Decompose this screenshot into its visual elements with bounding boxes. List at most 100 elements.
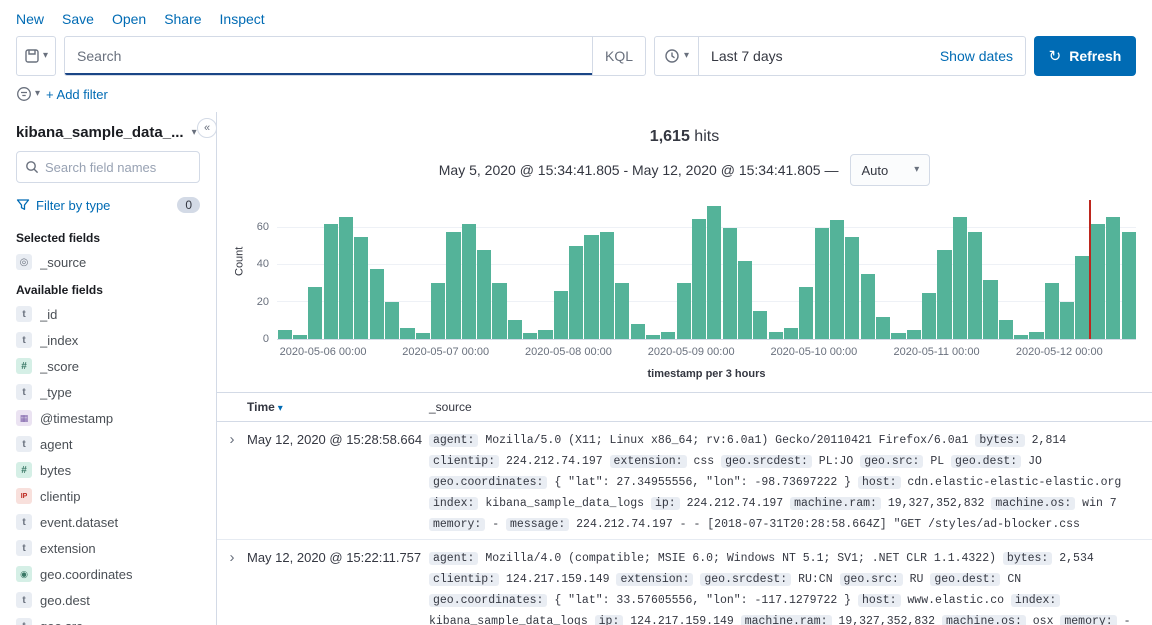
histogram-bar[interactable] xyxy=(922,293,936,339)
histogram-bar[interactable] xyxy=(646,335,660,339)
field-item-_type[interactable]: t_type xyxy=(16,379,200,405)
histogram-bar[interactable] xyxy=(1029,332,1043,339)
field-item-clientip[interactable]: IPclientip xyxy=(16,483,200,509)
nav-inspect[interactable]: Inspect xyxy=(220,11,265,27)
interval-select[interactable]: Auto ▾ xyxy=(850,154,930,186)
histogram-bar[interactable] xyxy=(584,235,598,339)
saved-query-menu-button[interactable]: ▾ xyxy=(16,36,56,76)
x-axis-label: 2020-05-09 00:00 xyxy=(648,346,735,358)
nav-new[interactable]: New xyxy=(16,11,44,27)
histogram-bar[interactable] xyxy=(723,228,737,339)
histogram-bar[interactable] xyxy=(492,283,506,339)
histogram-bar[interactable] xyxy=(446,232,460,339)
histogram-bar[interactable] xyxy=(692,219,706,339)
histogram-bar[interactable] xyxy=(677,283,691,339)
field-search-input[interactable] xyxy=(45,160,191,175)
histogram-bar[interactable] xyxy=(354,237,368,339)
doc-source-cell: agent: Mozilla/5.0 (X11; Linux x86_64; r… xyxy=(429,430,1152,540)
histogram-bar[interactable] xyxy=(815,228,829,339)
histogram-bar[interactable] xyxy=(953,217,967,339)
field-item-geo.src[interactable]: tgeo.src xyxy=(16,613,200,625)
field-item-extension[interactable]: textension xyxy=(16,535,200,561)
column-header-time[interactable]: Time▾ xyxy=(247,400,429,414)
collapse-sidebar-button[interactable]: « xyxy=(197,118,217,138)
histogram-bar[interactable] xyxy=(308,287,322,339)
field-item-geo.coordinates[interactable]: ◉geo.coordinates xyxy=(16,561,200,587)
histogram-bar[interactable] xyxy=(508,320,522,339)
histogram-bar[interactable] xyxy=(1075,256,1089,339)
histogram-bar[interactable] xyxy=(554,291,568,339)
histogram-bar[interactable] xyxy=(876,317,890,339)
histogram-bar[interactable] xyxy=(416,333,430,339)
interval-value: Auto xyxy=(861,163,888,178)
histogram-bar[interactable] xyxy=(1091,224,1105,339)
histogram-bar[interactable] xyxy=(1106,217,1120,339)
histogram-bar[interactable] xyxy=(799,287,813,339)
histogram-bar[interactable] xyxy=(1014,335,1028,339)
expand-row-button[interactable]: › xyxy=(217,430,247,448)
filter-options-button[interactable]: ▾ xyxy=(16,86,40,102)
histogram-bar[interactable] xyxy=(738,261,752,339)
histogram-bar[interactable] xyxy=(569,246,583,339)
time-picker-quick-menu-button[interactable]: ▾ xyxy=(655,37,699,75)
histogram-bar[interactable] xyxy=(891,333,905,339)
histogram-bar[interactable] xyxy=(339,217,353,339)
search-input[interactable] xyxy=(65,48,592,64)
histogram-bar[interactable] xyxy=(278,330,292,339)
histogram-bar[interactable] xyxy=(477,250,491,339)
histogram-bar[interactable] xyxy=(385,302,399,339)
histogram-bar[interactable] xyxy=(999,320,1013,339)
add-filter-link[interactable]: + Add filter xyxy=(46,87,108,102)
histogram-bar[interactable] xyxy=(753,311,767,339)
histogram-bar[interactable] xyxy=(615,283,629,339)
field-item-_source[interactable]: ◎_source xyxy=(16,249,200,275)
histogram-bar[interactable] xyxy=(523,333,537,339)
histogram-bar[interactable] xyxy=(462,224,476,339)
histogram-bar[interactable] xyxy=(431,283,445,339)
histogram-bar[interactable] xyxy=(707,206,721,339)
histogram-bar[interactable] xyxy=(370,269,384,339)
histogram-bar[interactable] xyxy=(845,237,859,339)
nav-open[interactable]: Open xyxy=(112,11,146,27)
histogram-bar[interactable] xyxy=(1060,302,1074,339)
field-item-agent[interactable]: tagent xyxy=(16,431,200,457)
expand-row-button[interactable]: › xyxy=(217,548,247,566)
field-name-badge: machine.ram: xyxy=(741,615,832,625)
field-item-_id[interactable]: t_id xyxy=(16,301,200,327)
histogram-bar[interactable] xyxy=(937,250,951,339)
histogram-bar[interactable] xyxy=(784,328,798,339)
histogram-bar[interactable] xyxy=(1045,283,1059,339)
histogram-bar[interactable] xyxy=(968,232,982,339)
field-item-bytes[interactable]: #bytes xyxy=(16,457,200,483)
histogram-bar[interactable] xyxy=(769,332,783,339)
field-item-_index[interactable]: t_index xyxy=(16,327,200,353)
kql-switch[interactable]: KQL xyxy=(592,37,645,75)
histogram-bar[interactable] xyxy=(661,332,675,339)
histogram-bar[interactable] xyxy=(293,335,307,339)
field-item-event.dataset[interactable]: tevent.dataset xyxy=(16,509,200,535)
nav-save[interactable]: Save xyxy=(62,11,94,27)
histogram-bar[interactable] xyxy=(830,220,844,339)
histogram-bar[interactable] xyxy=(324,224,338,339)
field-item-_score[interactable]: #_score xyxy=(16,353,200,379)
time-column-label: Time xyxy=(247,400,275,414)
refresh-button[interactable]: ↻ Refresh xyxy=(1034,36,1136,76)
show-dates-link[interactable]: Show dates xyxy=(940,48,1025,64)
histogram-bar[interactable] xyxy=(631,324,645,339)
filter-by-type-button[interactable]: Filter by type 0 xyxy=(16,195,200,223)
current-time-marker xyxy=(1089,200,1091,339)
field-item-geo.dest[interactable]: tgeo.dest xyxy=(16,587,200,613)
field-name-badge: geo.src: xyxy=(840,573,903,586)
string-token-icon: t xyxy=(16,618,32,625)
histogram-bar[interactable] xyxy=(1122,232,1136,339)
histogram-bar[interactable] xyxy=(600,232,614,339)
histogram-bar[interactable] xyxy=(907,330,921,339)
histogram-bar[interactable] xyxy=(400,328,414,339)
time-range-value[interactable]: Last 7 days xyxy=(699,48,795,64)
histogram-bar[interactable] xyxy=(983,280,997,339)
field-item-@timestamp[interactable]: ▦@timestamp xyxy=(16,405,200,431)
index-pattern-selector[interactable]: kibana_sample_data_... ▾ xyxy=(16,120,200,151)
histogram-bar[interactable] xyxy=(861,274,875,339)
histogram-bar[interactable] xyxy=(538,330,552,339)
nav-share[interactable]: Share xyxy=(164,11,201,27)
